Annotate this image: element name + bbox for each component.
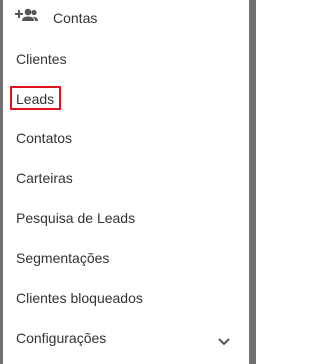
- menu-item-configuracoes[interactable]: Configurações: [3, 318, 249, 358]
- menu-item-label: Configurações: [16, 330, 107, 346]
- menu-item-contas[interactable]: Contas: [3, 0, 249, 36]
- menu-item-label: Clientes bloqueados: [16, 290, 143, 306]
- scrollbar[interactable]: [249, 0, 256, 364]
- menu-item-label: Contatos: [16, 130, 73, 146]
- menu-item-label: Contas: [53, 10, 98, 26]
- menu-item-label: Segmentações: [16, 250, 110, 266]
- sidebar-menu: Contas Clientes Leads Contatos Carteiras…: [3, 0, 249, 364]
- menu-item-label: Carteiras: [16, 170, 73, 186]
- chevron-down-icon[interactable]: [218, 333, 230, 346]
- menu-item-clientes-bloqueados[interactable]: Clientes bloqueados: [3, 278, 249, 318]
- person-add-icon: [15, 7, 39, 27]
- leads-highlight-box: [10, 86, 61, 110]
- menu-item-pesquisa-de-leads[interactable]: Pesquisa de Leads: [3, 198, 249, 238]
- menu-item-label: Pesquisa de Leads: [16, 210, 136, 226]
- menu-item-label: Clientes: [16, 51, 67, 67]
- menu-item-contatos[interactable]: Contatos: [3, 118, 249, 158]
- menu-item-clientes[interactable]: Clientes: [3, 39, 249, 79]
- menu-item-carteiras[interactable]: Carteiras: [3, 158, 249, 198]
- menu-item-segmentacoes[interactable]: Segmentações: [3, 238, 249, 278]
